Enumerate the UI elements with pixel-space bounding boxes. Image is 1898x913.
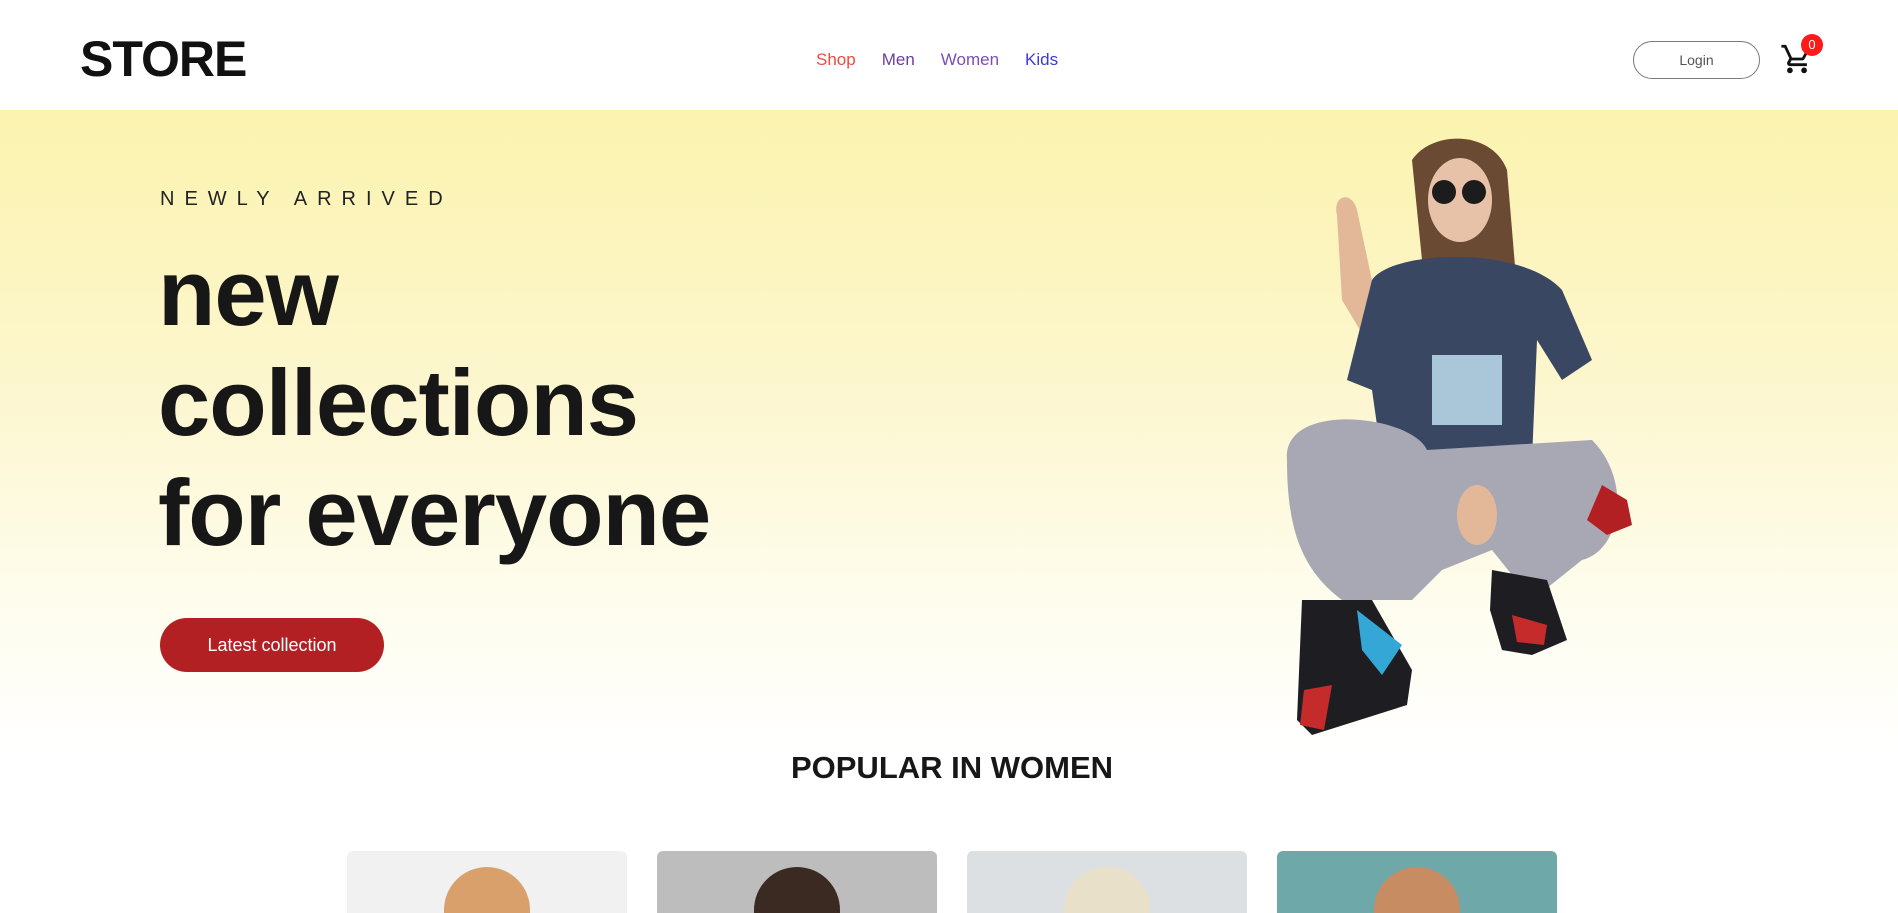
nav-men[interactable]: Men	[882, 50, 915, 70]
nav-kids[interactable]: Kids	[1025, 50, 1058, 70]
product-card[interactable]	[347, 851, 627, 913]
nav-women[interactable]: Women	[941, 50, 999, 70]
hero-title-line: collections	[158, 350, 639, 455]
product-image	[444, 867, 530, 913]
main-nav: Shop Men Women Kids	[816, 50, 1058, 70]
hero-title: new collections for everyone	[158, 238, 711, 568]
hero-model-image	[1286, 138, 1632, 735]
product-image	[1064, 867, 1150, 913]
popular-products	[347, 851, 1557, 913]
hero-title-line: for everyone	[158, 460, 711, 565]
cart-count-badge: 0	[1801, 34, 1823, 56]
store-logo[interactable]: STORE	[80, 30, 247, 88]
hero-eyebrow: NEWLY ARRIVED	[160, 188, 453, 210]
product-image	[754, 867, 840, 913]
hero-title-line: new	[158, 240, 339, 345]
product-card[interactable]	[967, 851, 1247, 913]
popular-section-title: POPULAR IN WOMEN	[790, 750, 1114, 785]
nav-shop[interactable]: Shop	[816, 50, 856, 70]
login-button[interactable]: Login	[1633, 41, 1760, 79]
site-header: STORE Shop Men Women Kids Login 0	[0, 0, 1898, 110]
product-card[interactable]	[1277, 851, 1557, 913]
latest-collection-button[interactable]: Latest collection	[160, 618, 384, 672]
product-image	[1374, 867, 1460, 913]
product-card[interactable]	[657, 851, 937, 913]
